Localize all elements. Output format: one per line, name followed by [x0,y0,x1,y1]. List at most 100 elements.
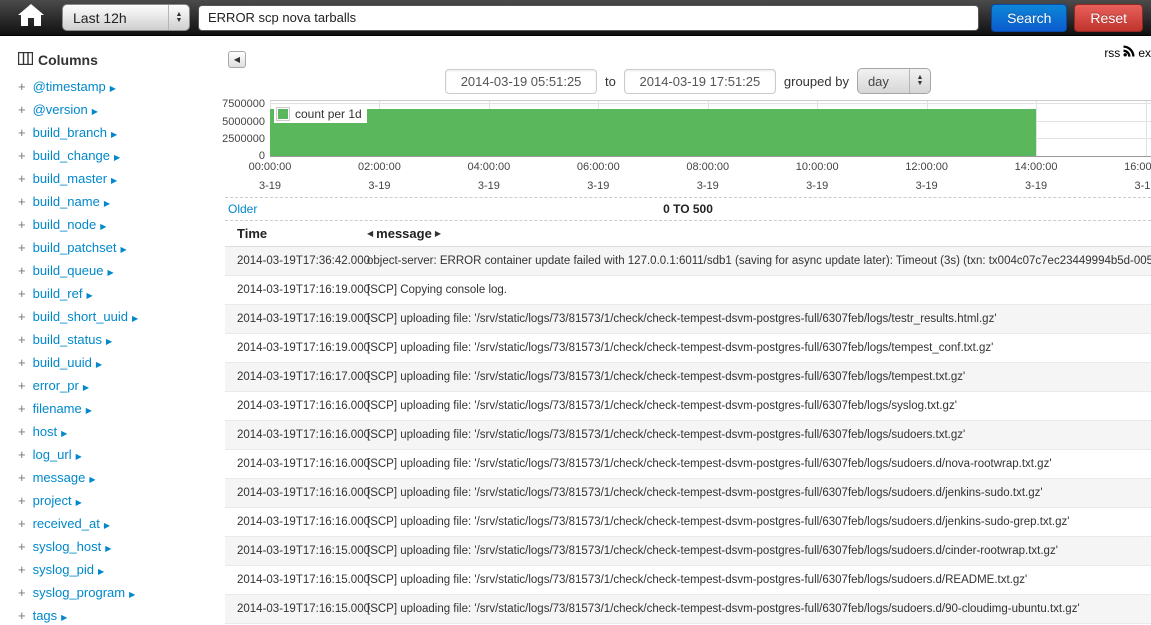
field-link[interactable]: syslog_pid [33,562,94,577]
field-link[interactable]: @version [33,102,88,117]
log-table-row[interactable]: 2014-03-19T17:16:15.000 [SCP] uploading … [225,566,1151,595]
reset-button[interactable]: Reset [1074,3,1143,32]
log-table-row[interactable]: 2014-03-19T17:16:16.000 [SCP] uploading … [225,479,1151,508]
field-menu-arrow-icon[interactable]: ▶ [96,360,102,369]
log-table-row[interactable]: 2014-03-19T17:16:16.000 [SCP] uploading … [225,392,1151,421]
export-link[interactable]: ex [1138,46,1151,60]
field-menu-arrow-icon[interactable]: ▶ [92,107,98,116]
field-menu-arrow-icon[interactable]: ▶ [104,199,110,208]
chart-plot-area[interactable]: count per 1d [270,100,1151,157]
add-field-icon[interactable]: + [18,286,26,301]
field-link[interactable]: build_short_uuid [33,309,128,324]
field-menu-arrow-icon[interactable]: ▶ [107,268,113,277]
field-link[interactable]: syslog_program [33,585,126,600]
field-link[interactable]: received_at [33,516,100,531]
field-link[interactable]: build_master [33,171,107,186]
older-link[interactable]: Older [228,198,257,220]
field-menu-arrow-icon[interactable]: ▶ [86,291,92,300]
add-field-icon[interactable]: + [18,309,26,324]
log-table-row[interactable]: 2014-03-19T17:16:16.000 [SCP] uploading … [225,450,1151,479]
field-link[interactable]: message [33,470,86,485]
add-field-icon[interactable]: + [18,493,26,508]
field-menu-arrow-icon[interactable]: ▶ [111,130,117,139]
log-table-row[interactable]: 2014-03-19T17:16:16.000 [SCP] uploading … [225,421,1151,450]
field-menu-arrow-icon[interactable]: ▶ [111,176,117,185]
add-field-icon[interactable]: + [18,539,26,554]
rss-link[interactable]: rss [1104,46,1120,60]
field-link[interactable]: host [33,424,58,439]
log-table-row[interactable]: 2014-03-19T17:16:19.000 [SCP] Copying co… [225,276,1151,305]
add-field-icon[interactable]: + [18,171,26,186]
log-table-row[interactable]: 2014-03-19T17:36:42.000 object-server: E… [225,247,1151,276]
field-link[interactable]: log_url [33,447,72,462]
log-table-row[interactable]: 2014-03-19T17:16:16.000 [SCP] uploading … [225,508,1151,537]
field-menu-arrow-icon[interactable]: ▶ [105,544,111,553]
field-link[interactable]: error_pr [33,378,79,393]
add-field-icon[interactable]: + [18,102,26,117]
field-menu-arrow-icon[interactable]: ▶ [110,84,116,93]
field-link[interactable]: build_uuid [33,355,92,370]
log-table-row[interactable]: 2014-03-19T17:16:15.000 [SCP] uploading … [225,537,1151,566]
add-field-icon[interactable]: + [18,447,26,462]
field-menu-arrow-icon[interactable]: ▶ [120,245,126,254]
add-field-icon[interactable]: + [18,332,26,347]
field-link[interactable]: build_queue [33,263,104,278]
field-link[interactable]: build_name [33,194,100,209]
add-field-icon[interactable]: + [18,79,26,94]
field-menu-arrow-icon[interactable]: ▶ [76,452,82,461]
add-field-icon[interactable]: + [18,194,26,209]
move-column-left-icon[interactable]: ◀ [367,229,373,238]
search-button[interactable]: Search [991,3,1068,32]
add-field-icon[interactable]: + [18,401,26,416]
home-button[interactable] [8,4,54,31]
field-menu-arrow-icon[interactable]: ▶ [76,498,82,507]
add-field-icon[interactable]: + [18,125,26,140]
field-link[interactable]: @timestamp [33,79,106,94]
add-field-icon[interactable]: + [18,516,26,531]
field-link[interactable]: syslog_host [33,539,102,554]
log-table-row[interactable]: 2014-03-19T17:16:17.000 [SCP] uploading … [225,363,1151,392]
add-field-icon[interactable]: + [18,585,26,600]
field-menu-arrow-icon[interactable]: ▶ [100,222,106,231]
add-field-icon[interactable]: + [18,217,26,232]
field-menu-arrow-icon[interactable]: ▶ [129,590,135,599]
to-date-input[interactable] [623,68,776,94]
field-link[interactable]: build_node [33,217,97,232]
add-field-icon[interactable]: + [18,562,26,577]
message-column-header[interactable]: ◀ message ▶ [367,226,441,241]
add-field-icon[interactable]: + [18,240,26,255]
add-field-icon[interactable]: + [18,608,26,623]
field-link[interactable]: build_status [33,332,102,347]
field-link[interactable]: build_change [33,148,110,163]
field-menu-arrow-icon[interactable]: ▶ [86,406,92,415]
field-menu-arrow-icon[interactable]: ▶ [104,521,110,530]
search-input[interactable] [198,4,980,31]
field-menu-arrow-icon[interactable]: ▶ [61,429,67,438]
from-date-input[interactable] [445,68,598,94]
add-field-icon[interactable]: + [18,263,26,278]
field-link[interactable]: build_ref [33,286,83,301]
move-column-right-icon[interactable]: ▶ [435,229,441,238]
field-menu-arrow-icon[interactable]: ▶ [89,475,95,484]
log-table-row[interactable]: 2014-03-19T17:16:19.000 [SCP] uploading … [225,305,1151,334]
add-field-icon[interactable]: + [18,148,26,163]
log-table-row[interactable]: 2014-03-19T17:16:15.000 [SCP] uploading … [225,595,1151,624]
add-field-icon[interactable]: + [18,378,26,393]
time-range-select[interactable]: Last 12h ▲ ▼ [62,4,190,31]
interval-select[interactable]: day ▲ ▼ [856,68,931,94]
add-field-icon[interactable]: + [18,470,26,485]
field-menu-arrow-icon[interactable]: ▶ [132,314,138,323]
field-menu-arrow-icon[interactable]: ▶ [98,567,104,576]
field-menu-arrow-icon[interactable]: ▶ [61,613,67,622]
field-menu-arrow-icon[interactable]: ▶ [114,153,120,162]
field-menu-arrow-icon[interactable]: ▶ [83,383,89,392]
field-link[interactable]: filename [33,401,82,416]
field-link[interactable]: project [33,493,72,508]
field-link[interactable]: build_branch [33,125,107,140]
add-field-icon[interactable]: + [18,424,26,439]
log-table-row[interactable]: 2014-03-19T17:16:19.000 [SCP] uploading … [225,334,1151,363]
back-button[interactable]: ◀ [228,51,246,68]
add-field-icon[interactable]: + [18,355,26,370]
field-link[interactable]: build_patchset [33,240,117,255]
field-link[interactable]: tags [33,608,58,623]
